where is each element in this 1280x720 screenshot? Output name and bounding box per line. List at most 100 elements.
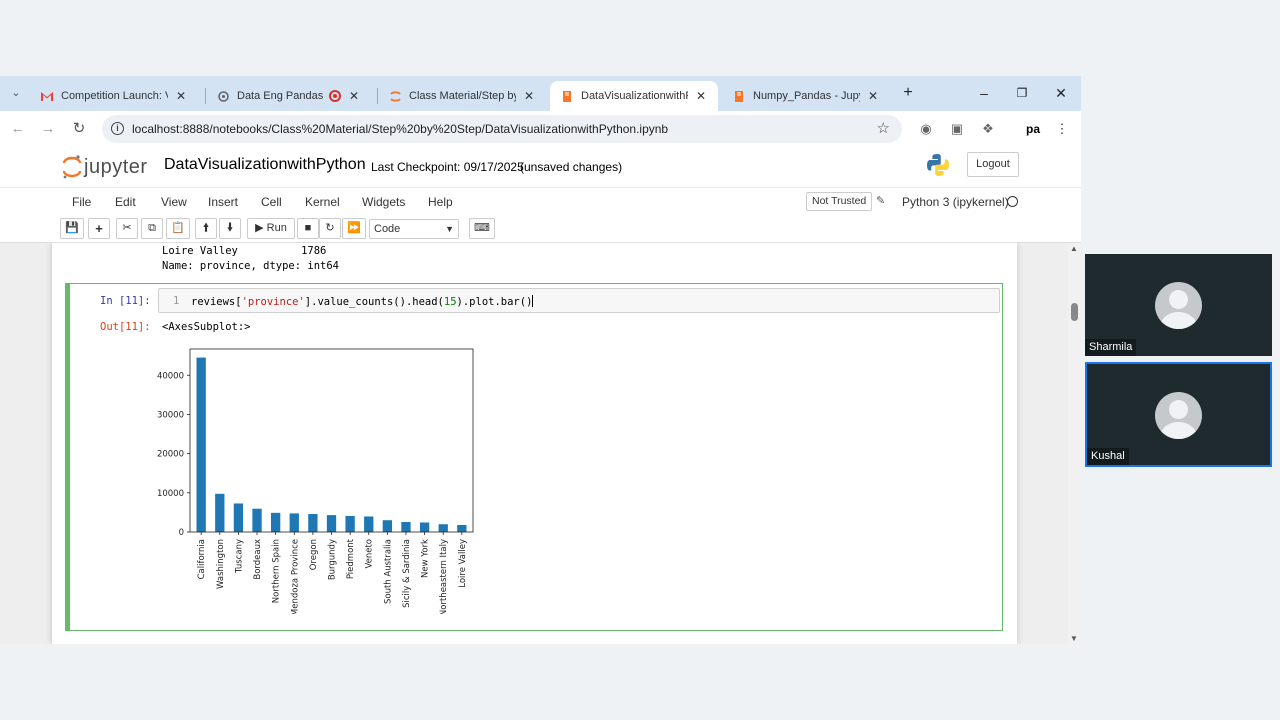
browser-window: ⌄ Competition Launch: Ves ✕ Data Eng Pan…	[0, 76, 1081, 644]
tab-search-icon[interactable]: ⌄	[6, 83, 26, 103]
autosave-status: (unsaved changes)	[520, 160, 623, 174]
bar-chart: California Washington Tuscany Bordeaux North…	[157, 348, 474, 614]
close-icon[interactable]: ✕	[347, 89, 361, 103]
menu-file[interactable]: File	[72, 195, 91, 209]
pa-extension-icon[interactable]: pa	[1024, 120, 1042, 138]
chart-bar	[438, 524, 448, 532]
chart-bar	[289, 513, 299, 532]
tab-label: Numpy_Pandas - Jupyter	[753, 90, 860, 102]
y-tick-label: 40000	[157, 371, 184, 381]
stop-icon[interactable]: ■	[297, 218, 319, 239]
x-tick-label: Northeastern Italy	[439, 539, 449, 614]
scroll-down-icon[interactable]: ▼	[1070, 634, 1078, 643]
notebook-area: Loire Valley 1786 Name: province, dtype:…	[0, 243, 1081, 644]
x-tick-label: Bordeaux	[253, 539, 263, 580]
output-text: <AxesSubplot:>	[162, 321, 251, 333]
copy-icon[interactable]: ⧉	[141, 218, 163, 239]
tab-strip: ⌄ Competition Launch: Ves ✕ Data Eng Pan…	[0, 76, 1081, 111]
x-tick-label: Veneto	[365, 539, 375, 569]
chart-bar	[308, 514, 318, 532]
jupyter-icon	[388, 89, 402, 103]
x-tick-label: Mendoza Province	[290, 539, 300, 614]
tab-competition-launch[interactable]: Competition Launch: Ves ✕	[30, 81, 198, 111]
participant-tile-kushal[interactable]: Kushal	[1085, 362, 1272, 467]
x-tick-label: New York	[421, 539, 431, 578]
menu-cell[interactable]: Cell	[261, 195, 282, 209]
scroll-thumb[interactable]	[1071, 303, 1078, 321]
menu-kernel[interactable]: Kernel	[305, 195, 340, 209]
extension-icon	[216, 89, 230, 103]
paste-icon[interactable]: 📋	[166, 218, 190, 239]
tab-numpy-pandas[interactable]: Numpy_Pandas - Jupyter ✕	[722, 81, 890, 111]
jupyter-wordmark: jupyter	[84, 155, 148, 178]
chart-bar	[196, 357, 206, 532]
restore-icon[interactable]: ❐	[1007, 81, 1037, 105]
tab-datavisualization[interactable]: DataVisualizationwithPyt ✕	[550, 81, 718, 111]
code-editor[interactable]: 1 reviews['province'].value_counts().hea…	[158, 288, 1000, 313]
browser-toolbar: ← → ↻ i localhost:8888/notebooks/Class%2…	[0, 111, 1081, 147]
previous-output-line: Name: province, dtype: int64	[162, 260, 340, 272]
scroll-up-icon[interactable]: ▲	[1070, 244, 1078, 253]
close-icon[interactable]: ✕	[694, 89, 708, 103]
gmail-icon	[40, 89, 54, 103]
run-button[interactable]: ▶ Run	[247, 218, 295, 239]
output-prompt: Out[11]:	[100, 321, 151, 333]
checkpoint-status: Last Checkpoint: 09/17/2025	[371, 160, 524, 174]
chart-bar	[345, 515, 355, 532]
move-down-icon[interactable]: 🠛	[219, 218, 241, 239]
participant-tile-sharmila[interactable]: Sharmila	[1085, 254, 1272, 356]
close-icon[interactable]: ✕	[174, 89, 188, 103]
jupyter-logo[interactable]: jupyter	[62, 153, 148, 181]
reload-icon[interactable]: ↻	[69, 119, 89, 139]
menu-insert[interactable]: Insert	[208, 195, 238, 209]
menu-view[interactable]: View	[161, 195, 187, 209]
menu-widgets[interactable]: Widgets	[362, 195, 405, 209]
chart-bar	[382, 520, 393, 532]
restart-run-all-icon[interactable]: ⏩	[342, 218, 366, 239]
jupyter-logo-icon	[62, 155, 82, 179]
y-tick-label: 30000	[157, 410, 184, 420]
notebook-scrollbar[interactable]: ▲ ▼	[1068, 243, 1081, 644]
input-prompt: In [11]:	[100, 295, 151, 307]
extensions-icon[interactable]: ❖	[979, 120, 997, 138]
trust-status-button[interactable]: Not Trusted	[806, 192, 873, 211]
chart-bar	[252, 508, 262, 532]
close-icon[interactable]: ✕	[866, 89, 880, 103]
edit-pencil-icon[interactable]: ✎	[876, 194, 885, 207]
tab-class-material[interactable]: Class Material/Step by St ✕	[378, 81, 546, 111]
command-palette-icon[interactable]: ⌨	[469, 218, 495, 239]
cut-icon[interactable]: ✂	[116, 218, 138, 239]
code-token: ).plot.bar()	[456, 296, 533, 308]
screen: ⌄ Competition Launch: Ves ✕ Data Eng Pan…	[0, 0, 1280, 720]
minimize-icon[interactable]: –	[969, 81, 999, 105]
code-token: ].value_counts().head(	[304, 296, 444, 308]
jupyter-menubar: File Edit View Insert Cell Kernel Widget…	[0, 187, 1081, 215]
restart-icon[interactable]: ↻	[319, 218, 341, 239]
back-icon[interactable]: ←	[8, 119, 28, 139]
participant-name: Sharmila	[1085, 339, 1137, 356]
chevron-down-icon: ▼	[445, 224, 454, 234]
menu-edit[interactable]: Edit	[115, 195, 136, 209]
close-window-icon[interactable]: ✕	[1046, 81, 1076, 105]
x-tick-label: Washington	[216, 539, 226, 589]
logout-button[interactable]: Logout	[967, 152, 1019, 177]
notebook-name[interactable]: DataVisualizationwithPython	[164, 156, 366, 174]
move-up-icon[interactable]: 🠙	[195, 218, 217, 239]
code-cell[interactable]: In [11]: 1 reviews['province'].value_cou…	[65, 283, 1003, 631]
camera-icon[interactable]: ◉	[917, 120, 935, 138]
new-tab-icon[interactable]: +	[893, 81, 923, 105]
insert-cell-icon[interactable]: +	[88, 218, 110, 239]
address-bar[interactable]: i localhost:8888/notebooks/Class%20Mater…	[102, 115, 902, 143]
more-menu-icon[interactable]: ⋮	[1053, 120, 1071, 138]
x-tick-label: Loire Valley	[458, 539, 468, 588]
site-info-icon[interactable]: i	[111, 122, 124, 135]
cell-type-select[interactable]: Code ▼	[369, 219, 459, 239]
bookmark-star-icon[interactable]: ☆	[877, 115, 890, 143]
cast-icon[interactable]: ▣	[948, 120, 966, 138]
close-icon[interactable]: ✕	[522, 89, 536, 103]
kernel-name[interactable]: Python 3 (ipykernel)	[902, 195, 1009, 209]
tab-data-eng-pandas[interactable]: Data Eng Pandas 15N ✕	[206, 81, 371, 111]
menu-help[interactable]: Help	[428, 195, 453, 209]
save-icon[interactable]: 💾	[60, 218, 84, 239]
forward-icon[interactable]: →	[38, 119, 58, 139]
